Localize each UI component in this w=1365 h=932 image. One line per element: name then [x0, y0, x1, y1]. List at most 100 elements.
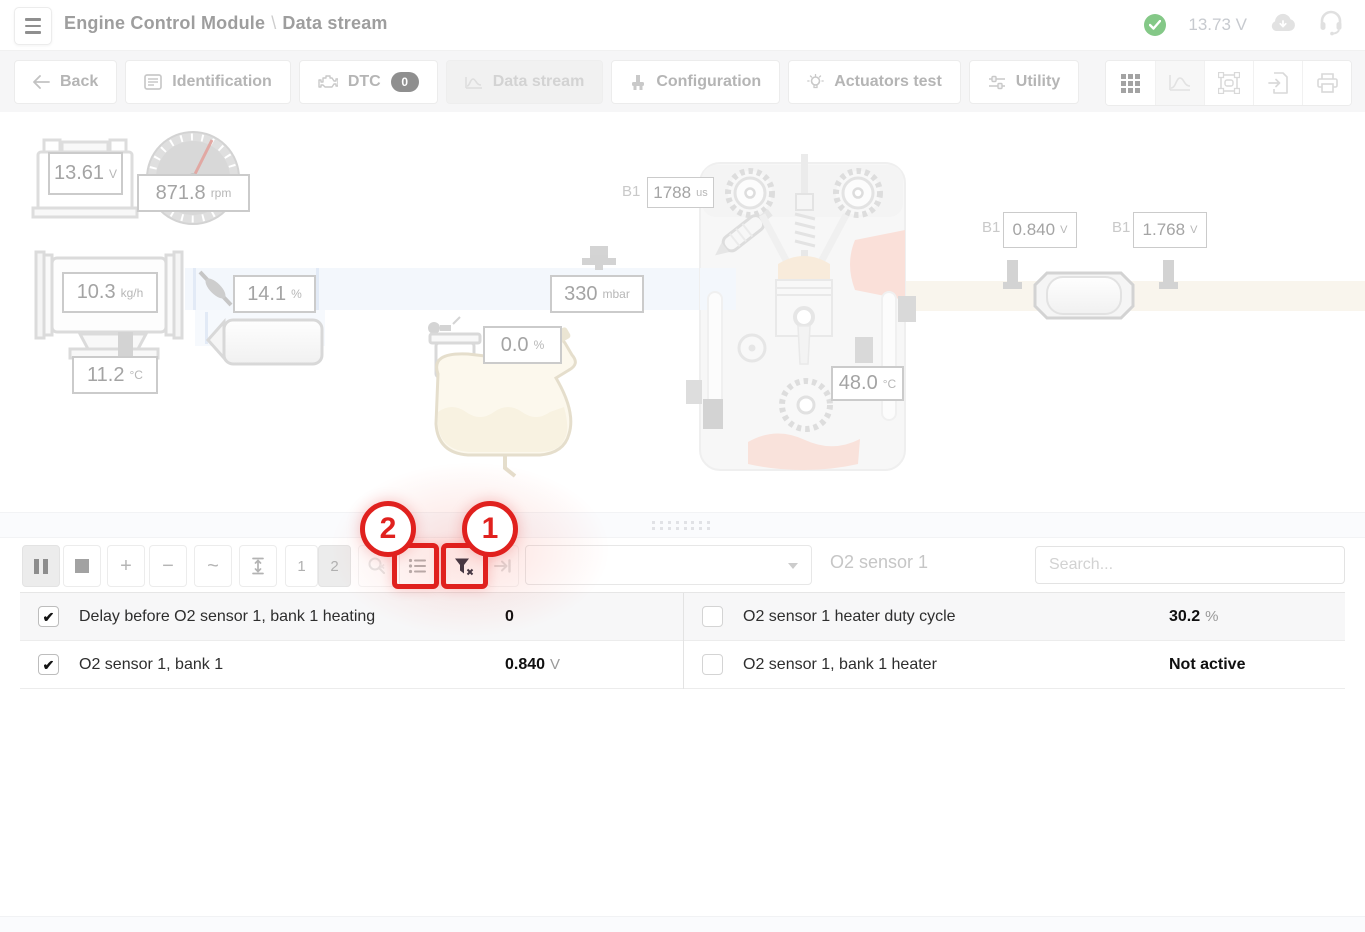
group-select-dropdown[interactable]	[525, 545, 812, 585]
bank-label: B1	[982, 219, 1001, 236]
tab-data-stream[interactable]: Data stream	[445, 60, 604, 104]
parameters-table: Delay before O2 sensor 1, bank 1 heating…	[20, 592, 1345, 689]
data-stream-toolbar: + − ~ 1 2 O2 sensor 1	[0, 538, 1365, 592]
tab-utility-label: Utility	[1015, 73, 1061, 90]
stop-button[interactable]	[63, 545, 101, 587]
crank-gear-icon	[779, 378, 833, 432]
parameter-label: O2 sensor 1 heater duty cycle	[743, 607, 956, 625]
parameter-checkbox[interactable]	[702, 654, 723, 675]
back-label: Back	[60, 73, 99, 90]
actuators-test-icon	[807, 73, 825, 91]
cloud-sync-icon[interactable]	[1269, 13, 1297, 38]
tab-configuration-label: Configuration	[656, 73, 762, 90]
tab-dtc[interactable]: DTC 0	[298, 60, 438, 104]
tab-actuators-test[interactable]: Actuators test	[788, 60, 961, 104]
parameter-unit: %	[1205, 608, 1219, 625]
print-button[interactable]	[1302, 61, 1351, 105]
gauge-intake-air-temp: 11.2 °C	[72, 356, 158, 394]
parameter-value: 0	[505, 607, 514, 625]
map-sensor-icon	[582, 246, 616, 270]
engine-illustration	[31, 131, 1365, 478]
o2-sensor-icon	[1159, 260, 1178, 289]
remove-parameter-button[interactable]: −	[149, 545, 187, 587]
fit-height-button[interactable]	[239, 545, 277, 587]
gauge-engine-rpm: 871.8 rpm	[137, 174, 250, 212]
parameter-checkbox[interactable]	[38, 654, 59, 675]
parameters-column-left: Delay before O2 sensor 1, bank 1 heating…	[20, 593, 683, 689]
graph-view-button[interactable]	[1155, 61, 1204, 105]
parameter-row[interactable]: O2 sensor 1, bank 1 heater Not active	[684, 641, 1345, 689]
gauge-o2-downstream: 1.768 V	[1133, 212, 1207, 248]
scheme-view-button[interactable]	[1204, 61, 1253, 105]
view-buttons-group	[1105, 60, 1352, 106]
series-group-label: O2 sensor 1	[830, 552, 929, 572]
graph-mode-button[interactable]: ~	[194, 545, 232, 587]
breadcrumb-page: Data stream	[282, 13, 388, 33]
parameter-row[interactable]: Delay before O2 sensor 1, bank 1 heating…	[20, 593, 683, 641]
column-count-2-button[interactable]: 2	[318, 545, 351, 587]
parameter-value: 0.840	[505, 655, 546, 673]
tab-identification[interactable]: Identification	[125, 60, 291, 104]
back-arrow-icon	[33, 75, 50, 89]
engine-diagram-panel: 13.61 V 871.8 rpm 10.3 kg/h 11.2 °C 14.1% 33…	[0, 112, 1365, 512]
back-button[interactable]: Back	[14, 60, 118, 104]
parameter-value: 30.2	[1169, 607, 1201, 625]
breadcrumb-module: Engine Control Module	[64, 13, 266, 33]
gauge-battery-voltage: 13.61 V	[48, 152, 123, 195]
breadcrumb-separator: \	[271, 13, 277, 33]
parameter-row[interactable]: O2 sensor 1, bank 1 0.840 V	[20, 641, 683, 689]
data-stream-icon	[464, 75, 483, 90]
parameter-label: O2 sensor 1, bank 1	[79, 655, 224, 673]
parameter-checkbox[interactable]	[702, 606, 723, 627]
app-window: Engine Control Module \ Data stream 13.73 …	[0, 0, 1365, 932]
footer-strip	[0, 916, 1365, 932]
reset-filter-button[interactable]	[443, 545, 485, 587]
cam-gear-icon	[833, 168, 883, 218]
pause-button[interactable]	[22, 545, 60, 587]
add-parameter-button[interactable]: +	[107, 545, 145, 587]
engine-icon	[686, 154, 916, 471]
tab-data-stream-label: Data stream	[492, 73, 585, 90]
gauge-manifold-pressure: 330 mbar	[550, 275, 644, 313]
tab-configuration[interactable]: Configuration	[611, 60, 781, 104]
gauge-injection-time: 1788 us	[647, 177, 714, 208]
gauge-coolant-temp: 48.0 °C	[831, 366, 904, 401]
idle-valve-icon	[205, 318, 324, 366]
headset-support-icon[interactable]	[1319, 10, 1343, 41]
toolbar: Back Identification DTC 0 Data stream Co…	[0, 50, 1365, 114]
grid-view-button[interactable]	[1106, 61, 1155, 105]
export-button[interactable]	[1253, 61, 1302, 105]
chevron-down-icon	[788, 563, 798, 569]
stop-icon	[75, 559, 89, 573]
hamburger-menu-button[interactable]	[14, 7, 52, 45]
wave-icon: ~	[207, 555, 219, 577]
identification-icon	[144, 74, 163, 90]
parameter-checkbox[interactable]	[38, 606, 59, 627]
pause-icon	[34, 558, 48, 574]
clear-search-icon	[368, 557, 385, 574]
skip-end-icon	[494, 559, 511, 573]
configuration-icon	[630, 74, 646, 91]
clear-search-button[interactable]	[358, 545, 396, 587]
parameter-label: O2 sensor 1, bank 1 heater	[743, 655, 937, 673]
panel-splitter[interactable]	[0, 512, 1365, 538]
catalyst-icon	[1033, 271, 1135, 320]
gauge-purge-valve: 0.0%	[483, 326, 562, 364]
plus-icon: +	[120, 555, 132, 577]
gauge-throttle-position: 14.1%	[233, 275, 316, 313]
parameter-list-button[interactable]	[399, 545, 437, 587]
gauge-mass-air-flow: 10.3 kg/h	[62, 272, 158, 313]
header-status-area: 13.73 V	[1144, 0, 1343, 50]
tab-dtc-label: DTC	[347, 73, 381, 90]
parameters-column-right: O2 sensor 1 heater duty cycle 30.2 % O2 …	[683, 593, 1345, 689]
tab-utility[interactable]: Utility	[968, 60, 1080, 104]
tab-actuators-test-label: Actuators test	[834, 73, 942, 90]
skip-to-end-button[interactable]	[487, 545, 519, 587]
bank-label: B1	[1112, 219, 1131, 236]
tab-identification-label: Identification	[172, 73, 272, 90]
column-count-1-button[interactable]: 1	[285, 545, 318, 587]
battery-voltage-status: 13.73 V	[1188, 15, 1247, 34]
search-input[interactable]	[1035, 546, 1345, 584]
parameter-row[interactable]: O2 sensor 1 heater duty cycle 30.2 %	[684, 593, 1345, 641]
tab-strip: Back Identification DTC 0 Data stream Co…	[14, 60, 1080, 104]
